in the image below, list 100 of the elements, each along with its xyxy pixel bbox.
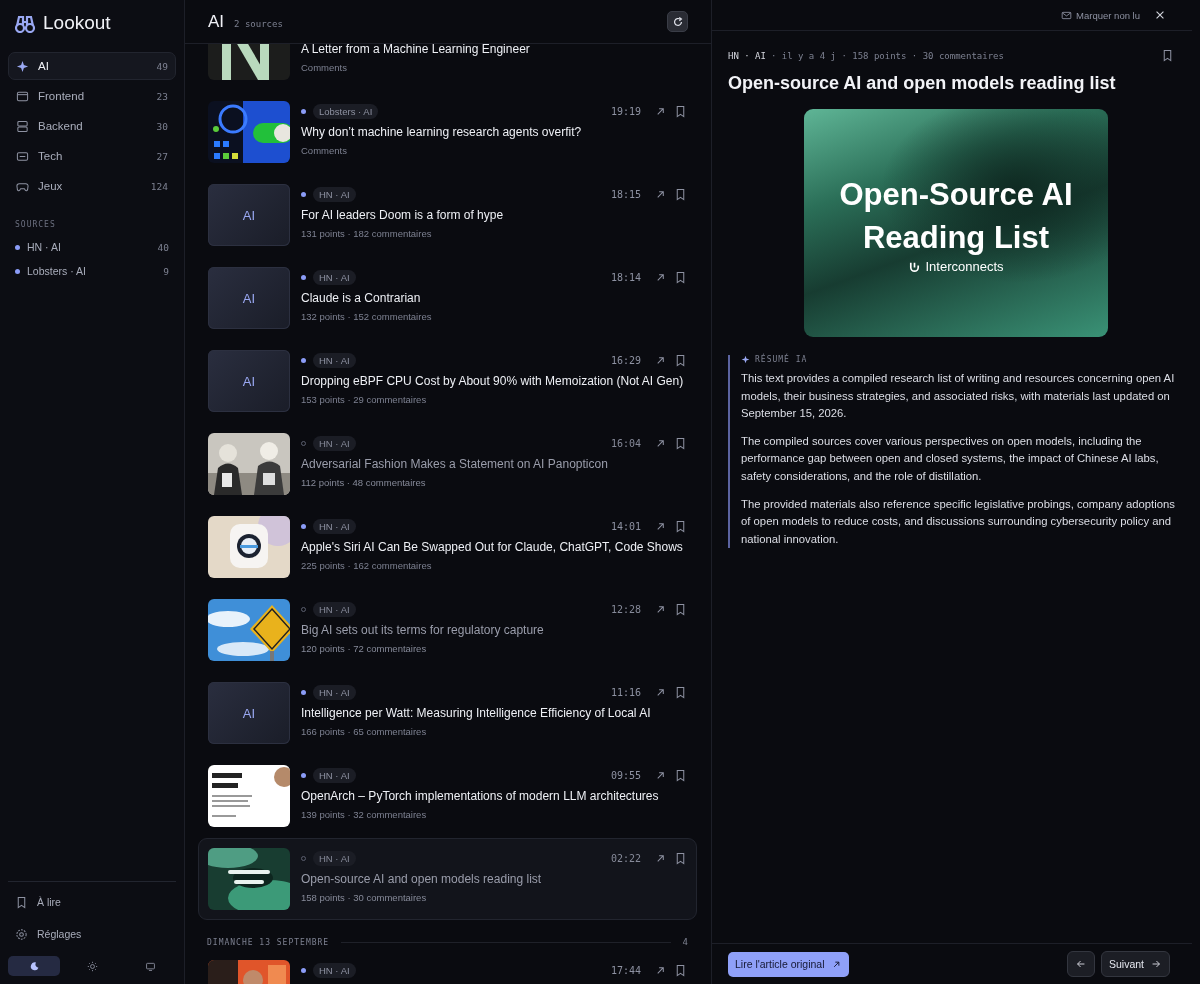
bookmark-button[interactable] — [674, 963, 687, 977]
article-time: 16:04 — [610, 437, 641, 449]
article-meta: 153 points · 29 commentaires — [301, 394, 428, 405]
source-tag: HN · AI — [313, 186, 356, 202]
article-time: 19:19 — [610, 105, 641, 117]
unread-dot — [301, 523, 306, 529]
article-item[interactable]: HN · AI 02:22 Open-source AI and open models reading list 158 points · 30 commentaires — [198, 838, 697, 920]
bookmark-button[interactable] — [674, 270, 687, 284]
bookmark-button[interactable] — [674, 685, 687, 699]
bookmark-icon — [674, 436, 687, 450]
server-icon — [16, 119, 29, 133]
sidebar-link[interactable]: Réglages — [8, 920, 176, 948]
bookmark-button[interactable] — [674, 768, 687, 782]
article-time: 16:29 — [610, 354, 641, 366]
sidebar-item[interactable]: Frontend 23 — [8, 82, 176, 110]
close-icon — [1154, 9, 1166, 21]
source-tag: HN · AI — [313, 518, 356, 534]
next-button[interactable]: Suivant — [1100, 951, 1170, 977]
source-tag: HN · AI — [313, 352, 356, 368]
source-item[interactable]: Lobsters · AI 9 — [8, 259, 176, 283]
article-time: 12:28 — [610, 603, 641, 615]
source-tag: HN · AI — [313, 962, 356, 978]
unread-dot — [301, 689, 306, 695]
article-title: A Letter from a Machine Learning Engineer — [301, 44, 531, 57]
article-item[interactable]: HN · AI 09:55 OpenArch – PyTorch implementations of modern LLM architectures 139 points · 32 commentaires — [198, 755, 697, 837]
unread-dot — [301, 108, 306, 114]
source-tag: Lobsters · AI — [313, 103, 379, 119]
article-item[interactable]: HN · AI 17:44 — [198, 950, 697, 984]
source-item[interactable]: HN · AI 40 — [8, 235, 176, 259]
article-meta: Comments — [301, 62, 348, 73]
bookmark-button[interactable] — [674, 187, 687, 201]
bookmark-icon — [674, 963, 687, 977]
arrow-left-icon — [1074, 958, 1087, 970]
bookmark-icon — [674, 768, 687, 782]
bookmark-button[interactable] — [674, 602, 687, 616]
refresh-icon — [671, 15, 684, 28]
source-tag: HN · AI — [313, 684, 356, 700]
article-item[interactable]: AI HN · AI 16:29 Dropping eBPF CPU Cost by About 90% with Memoization (Not AI Gen) 153 points · 29 commentaires — [198, 340, 697, 422]
refresh-button[interactable] — [667, 11, 688, 32]
article-title: Claude is a Contrarian — [301, 290, 422, 306]
card-icon — [16, 149, 29, 163]
unread-dot — [301, 191, 306, 197]
article-meta: · il y a 4 j · 158 points · 30 commentaires — [770, 50, 1004, 61]
article-time: 18:15 — [610, 188, 641, 200]
article-item[interactable]: HN · AI 12:28 Big AI sets out its terms for regulatory capture 120 points · 72 commentaires — [198, 589, 697, 671]
unread-dot — [301, 772, 306, 778]
item-count: 27 — [156, 150, 168, 162]
settings-icon — [15, 927, 28, 941]
previous-button[interactable] — [1066, 951, 1095, 977]
source-label: HN · AI — [27, 241, 62, 253]
thumbnail-placeholder: AI — [208, 682, 290, 744]
article-meta: 158 points · 30 commentaires — [301, 892, 428, 903]
theme-button[interactable] — [8, 956, 60, 976]
source-label: Lobsters · AI — [27, 265, 87, 277]
article-meta: 120 points · 72 commentaires — [301, 643, 428, 654]
unread-dot — [301, 357, 306, 363]
mark-unread-button[interactable]: Marquer non lu — [1061, 9, 1140, 21]
link-label: À lire — [37, 896, 61, 908]
article-time: 14:01 — [610, 520, 641, 532]
sparkle-icon — [16, 59, 29, 73]
source-tag: HN · AI — [313, 850, 356, 866]
link-label: Réglages — [37, 928, 82, 940]
article-title: Open-source AI and open models reading list — [728, 73, 1117, 94]
bookmark-icon — [674, 685, 687, 699]
article-meta: 166 points · 65 commentaires — [301, 726, 428, 737]
item-label: Backend — [38, 120, 84, 132]
bookmark-button[interactable] — [674, 104, 687, 118]
item-label: Frontend — [38, 90, 86, 102]
sidebar-item[interactable]: Jeux 124 — [8, 172, 176, 200]
article-item[interactable]: HN · AI 14:01 Apple's Siri AI Can Be Swapped Out for Claude, ChatGPT, Code Shows 225 points · 162 commentaires — [198, 506, 697, 588]
close-button[interactable] — [1154, 9, 1166, 21]
article-item[interactable]: A Letter from a Machine Learning Engineer Comments — [198, 44, 697, 90]
article-meta: 225 points · 162 commentaires — [301, 560, 433, 571]
bookmark-button[interactable] — [674, 851, 687, 865]
thumbnail-placeholder: AI — [208, 267, 290, 329]
bookmark-button[interactable] — [674, 436, 687, 450]
source-count: 9 — [163, 265, 169, 277]
source-count: 2 sources — [234, 19, 283, 29]
bookmark-button[interactable] — [674, 519, 687, 533]
article-item[interactable]: AI HN · AI 11:16 Intelligence per Watt: Measuring Intelligence Efficiency of Local AI 166 points · 65 commentaires — [198, 672, 697, 754]
article-title: Dropping eBPF CPU Cost by About 90% with Memoization (Not AI Gen) — [301, 373, 685, 389]
article-item[interactable]: HN · AI 16:04 Adversarial Fashion Makes a Statement on AI Panopticon 112 points · 48 commentaires — [198, 423, 697, 505]
bookmark-button[interactable] — [674, 353, 687, 367]
date-heading: DIMANCHE 13 SEPTEMBRE — [207, 937, 330, 947]
sidebar-item[interactable]: Tech 27 — [8, 142, 176, 170]
sidebar-item[interactable]: Backend 30 — [8, 112, 176, 140]
open-original-button[interactable]: Lire l'article original — [728, 951, 849, 977]
summary-label: RÉSUMÉ IA — [755, 355, 808, 364]
article-item[interactable]: AI HN · AI 18:15 For AI leaders Doom is a form of hype 131 points · 182 commentaires — [198, 174, 697, 256]
bookmark-button[interactable] — [1161, 49, 1174, 62]
sidebar-link[interactable]: À lire — [8, 888, 176, 916]
article-item[interactable]: Lobsters · AI 19:19 Why don’t machine learning research agents overfit? Comments — [198, 91, 697, 173]
bookmark-icon — [674, 270, 687, 284]
article-title: Big AI sets out its terms for regulatory capture — [301, 622, 545, 638]
sidebar-item[interactable]: AI 49 — [8, 52, 176, 80]
summary-paragraph: This text provides a compiled research list of writing and resources concerning open AI models, their business strategies, and associated risks, with materials last updated on September 15, 2026. — [741, 371, 1176, 422]
article-title: Apple's Siri AI Can Be Swapped Out for Claude, ChatGPT, Code Shows — [301, 539, 684, 555]
article-time: 17:44 — [610, 964, 641, 976]
monitor-icon — [144, 960, 156, 972]
article-item[interactable]: AI HN · AI 18:14 Claude is a Contrarian 132 points · 152 commentaires — [198, 257, 697, 339]
